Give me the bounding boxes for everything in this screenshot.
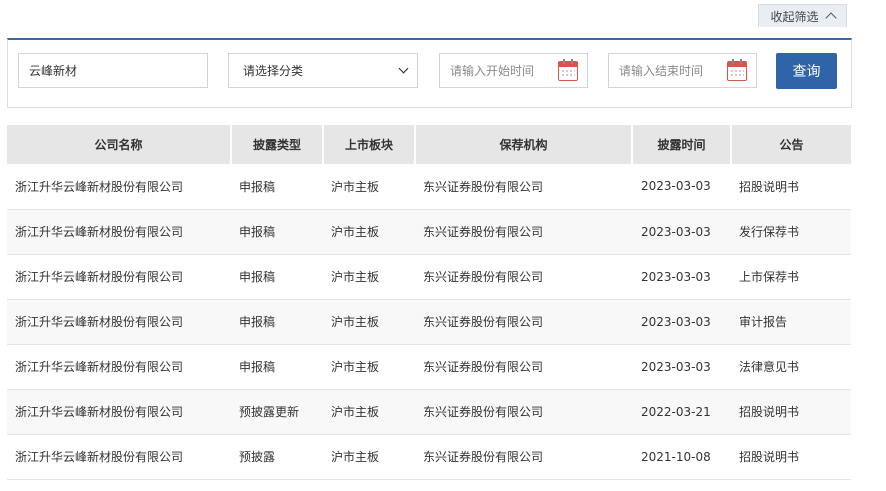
company-name-cell: 浙江升华云峰新材股份有限公司	[7, 389, 231, 435]
table-row: 浙江升华云峰新材股份有限公司 申报稿 沪市主板 东兴证券股份有限公司 2023-03-0…	[7, 164, 851, 210]
header-sponsor: 保荐机构	[415, 125, 633, 164]
date-cell: 2022-03-21	[632, 389, 731, 435]
disclosure-type-cell: 申报稿	[231, 164, 323, 210]
collapse-filter-button[interactable]: 收起筛选	[758, 4, 847, 27]
announcement-link[interactable]: 法律意见书	[731, 344, 851, 390]
company-name-cell: 浙江升华云峰新材股份有限公司	[7, 209, 231, 255]
sponsor-cell: 东兴证券股份有限公司	[415, 164, 632, 210]
table-row: 浙江升华云峰新材股份有限公司 申报稿 沪市主板 东兴证券股份有限公司 2023-03-0…	[7, 299, 851, 345]
disclosure-type-cell: 预披露	[231, 434, 323, 480]
header-board: 上市板块	[323, 125, 416, 164]
announcement-link[interactable]: 上市保荐书	[731, 254, 851, 300]
chevron-down-icon	[398, 63, 409, 74]
board-cell: 沪市主板	[323, 209, 415, 255]
category-select[interactable]: 请选择分类	[228, 53, 418, 88]
board-cell: 沪市主板	[323, 344, 415, 390]
table-row: 浙江升华云峰新材股份有限公司 申报稿 沪市主板 东兴证券股份有限公司 2023-03-0…	[7, 254, 851, 300]
end-date-input[interactable]: 请输入结束时间	[608, 53, 757, 88]
company-name-cell: 浙江升华云峰新材股份有限公司	[7, 164, 231, 210]
table-row: 浙江升华云峰新材股份有限公司 申报稿 沪市主板 东兴证券股份有限公司 2023-03-0…	[7, 344, 851, 390]
company-name-value: 云峰新材	[29, 64, 78, 78]
date-cell: 2023-03-03	[632, 209, 731, 255]
header-date: 披露时间	[632, 125, 732, 164]
start-date-input[interactable]: 请输入开始时间	[439, 53, 588, 88]
header-company: 公司名称	[7, 125, 232, 164]
disclosure-type-cell: 申报稿	[231, 254, 323, 300]
header-disclosure-type: 披露类型	[231, 125, 324, 164]
table-row: 浙江升华云峰新材股份有限公司 申报稿 沪市主板 东兴证券股份有限公司 2023-03-0…	[7, 209, 851, 255]
results-table: 公司名称 披露类型 上市板块 保荐机构 披露时间 公告 浙江升华云峰新材股份有限…	[7, 125, 851, 480]
board-cell: 沪市主板	[323, 254, 415, 300]
board-cell: 沪市主板	[323, 164, 415, 210]
date-cell: 2023-03-03	[632, 299, 731, 345]
announcement-link[interactable]: 审计报告	[731, 299, 851, 345]
date-cell: 2023-03-03	[632, 164, 731, 210]
category-select-value: 请选择分类	[243, 64, 304, 78]
calendar-icon[interactable]	[558, 58, 578, 81]
date-cell: 2023-03-03	[632, 254, 731, 300]
company-name-cell: 浙江升华云峰新材股份有限公司	[7, 254, 231, 300]
date-cell: 2021-10-08	[632, 434, 731, 480]
company-name-input[interactable]: 云峰新材	[18, 53, 208, 88]
disclosure-type-cell: 预披露更新	[231, 389, 323, 435]
header-announcement: 公告	[731, 125, 851, 164]
filter-panel: 云峰新材 请选择分类 请输入开始时间 请输入结束时间 查询	[7, 38, 852, 108]
board-cell: 沪市主板	[323, 389, 415, 435]
sponsor-cell: 东兴证券股份有限公司	[415, 389, 632, 435]
company-name-cell: 浙江升华云峰新材股份有限公司	[7, 344, 231, 390]
disclosure-type-cell: 申报稿	[231, 299, 323, 345]
sponsor-cell: 东兴证券股份有限公司	[415, 254, 632, 300]
announcement-link[interactable]: 招股说明书	[731, 164, 851, 210]
announcement-link[interactable]: 发行保荐书	[731, 209, 851, 255]
sponsor-cell: 东兴证券股份有限公司	[415, 434, 632, 480]
table-row: 浙江升华云峰新材股份有限公司 预披露 沪市主板 东兴证券股份有限公司 2021-10-0…	[7, 434, 851, 480]
end-date-placeholder: 请输入结束时间	[619, 64, 704, 78]
announcement-link[interactable]: 招股说明书	[731, 434, 851, 480]
date-cell: 2023-03-03	[632, 344, 731, 390]
disclosure-type-cell: 申报稿	[231, 344, 323, 390]
board-cell: 沪市主板	[323, 434, 415, 480]
sponsor-cell: 东兴证券股份有限公司	[415, 344, 632, 390]
board-cell: 沪市主板	[323, 299, 415, 345]
chevron-up-icon	[824, 12, 837, 24]
table-header-row: 公司名称 披露类型 上市板块 保荐机构 披露时间 公告	[7, 125, 851, 164]
collapse-filter-label: 收起筛选	[770, 9, 819, 24]
company-name-cell: 浙江升华云峰新材股份有限公司	[7, 434, 231, 480]
sponsor-cell: 东兴证券股份有限公司	[415, 299, 632, 345]
search-button[interactable]: 查询	[776, 53, 837, 89]
company-name-cell: 浙江升华云峰新材股份有限公司	[7, 299, 231, 345]
disclosure-type-cell: 申报稿	[231, 209, 323, 255]
announcement-link[interactable]: 招股说明书	[731, 389, 851, 435]
sponsor-cell: 东兴证券股份有限公司	[415, 209, 632, 255]
start-date-placeholder: 请输入开始时间	[450, 64, 535, 78]
table-row: 浙江升华云峰新材股份有限公司 预披露更新 沪市主板 东兴证券股份有限公司 2022-03…	[7, 389, 851, 435]
calendar-icon[interactable]	[727, 58, 747, 81]
